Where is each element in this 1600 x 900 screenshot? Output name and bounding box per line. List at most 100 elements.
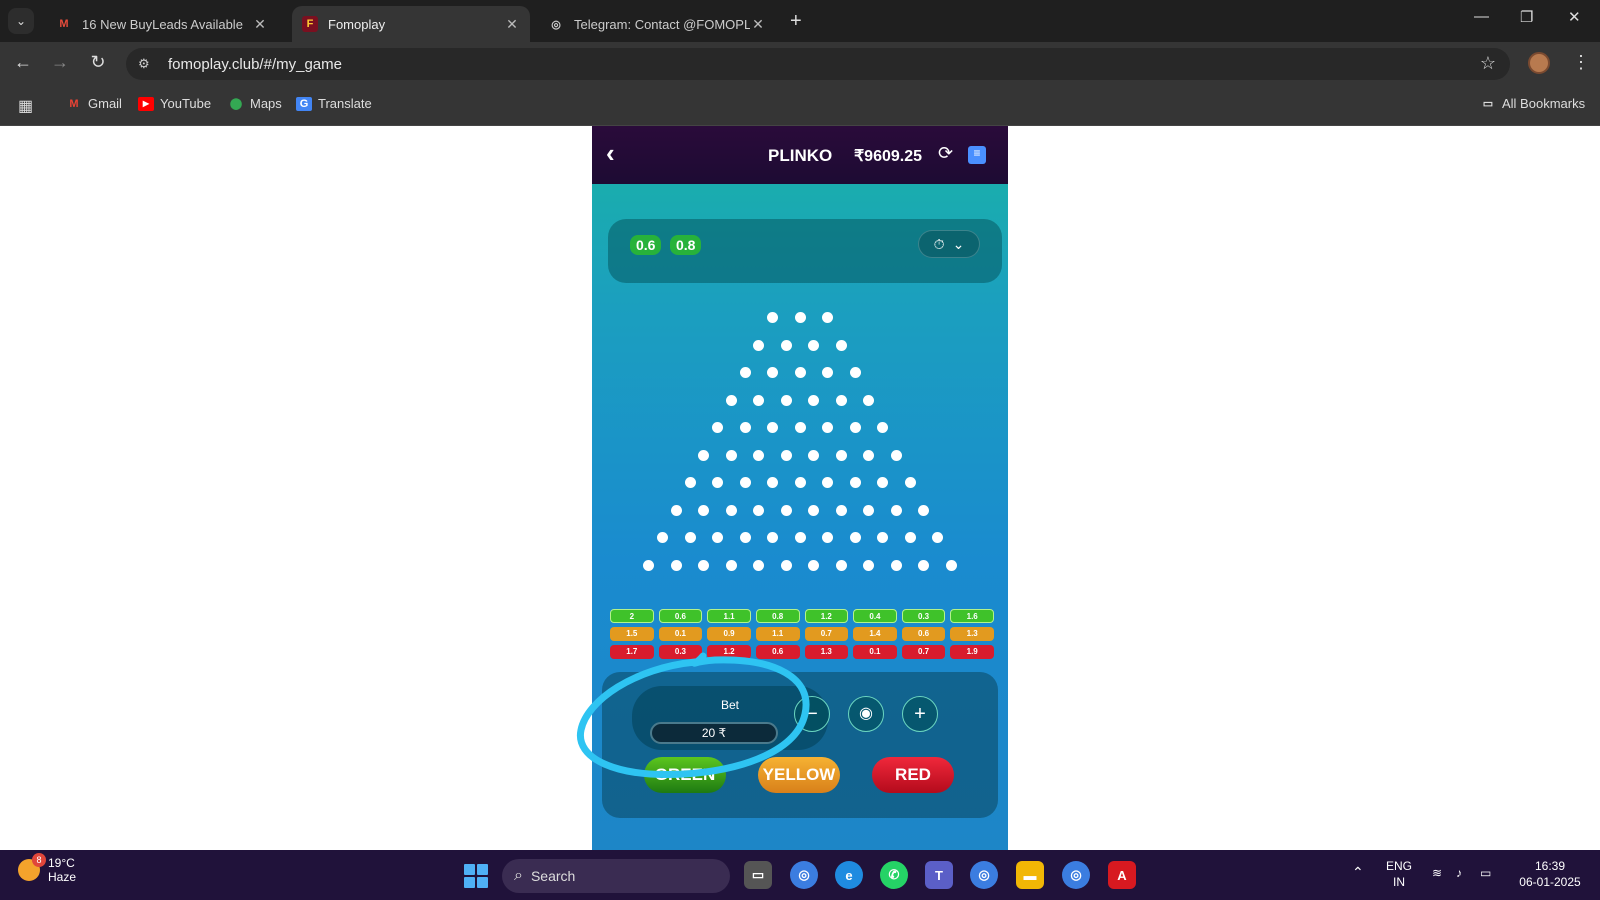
- site-info-icon[interactable]: ⚙: [138, 56, 156, 72]
- coin-stack-button[interactable]: ◉: [848, 696, 884, 732]
- notification-badge: 8: [32, 853, 46, 867]
- peg: [904, 477, 916, 488]
- peg: [670, 559, 682, 571]
- bookmark-translate[interactable]: G Translate: [296, 96, 372, 111]
- peg: [753, 449, 765, 461]
- tab-fomoplay[interactable]: F Fomoplay ✕: [292, 6, 530, 42]
- close-tab-icon[interactable]: ✕: [750, 16, 766, 33]
- peg: [932, 532, 943, 543]
- gmail-icon: M: [69, 97, 79, 110]
- peg: [739, 422, 751, 433]
- peg: [835, 339, 847, 351]
- bookmark-star-icon[interactable]: ☆: [1480, 53, 1496, 74]
- green-multiplier-slot: 0.8: [755, 609, 800, 623]
- bookmark-maps[interactable]: ⬤ Maps: [228, 96, 282, 111]
- peg: [794, 477, 806, 488]
- multiplier-slots: 2 0.6 1.1 0.8 1.2 0.4 0.3 1.6 1.5 0.1 0.9 1.1 0.7 1.…: [610, 609, 994, 663]
- battery-icon[interactable]: ▭: [1480, 865, 1491, 881]
- close-tab-icon[interactable]: ✕: [252, 16, 268, 33]
- green-multiplier-row: 2 0.6 1.1 0.8 1.2 0.4 0.3 1.6: [610, 609, 994, 623]
- maps-icon: ⬤: [229, 98, 243, 110]
- decrease-bet-button[interactable]: −: [794, 696, 830, 732]
- peg: [739, 532, 751, 543]
- yellow-play-button[interactable]: YELLOW: [758, 757, 840, 793]
- browser-menu-icon[interactable]: ⋮: [1572, 52, 1590, 73]
- bookmark-gmail[interactable]: M Gmail: [66, 96, 122, 111]
- weather-widget[interactable]: 8 19°C Haze: [18, 853, 77, 884]
- chrome-alt-icon[interactable]: ◎: [1062, 861, 1090, 889]
- peg: [849, 367, 861, 378]
- yellow-multiplier-slot: 0.1: [658, 627, 703, 641]
- chrome-icon[interactable]: ◎: [970, 861, 998, 889]
- acrobat-icon[interactable]: A: [1108, 861, 1136, 889]
- bookmark-youtube[interactable]: ▶ YouTube: [138, 96, 211, 111]
- file-viewer-icon[interactable]: ▭: [744, 861, 772, 889]
- taskbar-search[interactable]: ⌕ Search: [502, 859, 730, 893]
- peg: [808, 559, 820, 571]
- new-tab-icon[interactable]: +: [790, 10, 802, 33]
- yellow-multiplier-slot: 1.3: [950, 627, 994, 641]
- tab-telegram[interactable]: ◎ Telegram: Contact @FOMOPLAY ✕: [538, 6, 776, 42]
- whatsapp-icon[interactable]: ✆: [880, 861, 908, 889]
- peg: [753, 394, 765, 406]
- peg: [835, 449, 847, 461]
- taskbar: 8 19°C Haze ⌕ Search ▭ ◎ e ✆ T ◎ ▬ ◎ A ⌃…: [0, 850, 1600, 900]
- peg: [780, 559, 792, 571]
- bookmarks-bar: ▦ M Gmail ▶ YouTube ⬤ Maps G Translate ▭…: [0, 86, 1600, 126]
- peg: [767, 367, 778, 378]
- peg: [863, 394, 875, 406]
- tab-bar: ⌄ M 16 New BuyLeads Available ✕ F Fomopl…: [0, 0, 1600, 42]
- file-explorer-icon[interactable]: ▬: [1016, 861, 1044, 889]
- peg: [712, 422, 723, 433]
- peg: [849, 422, 861, 433]
- peg: [767, 532, 778, 543]
- fomoplay-favicon-icon: F: [302, 16, 318, 32]
- peg: [918, 559, 930, 571]
- chrome-profile-icon[interactable]: ◎: [790, 861, 818, 889]
- peg: [780, 339, 792, 351]
- clock[interactable]: 16:39 06-01-2025: [1512, 858, 1588, 890]
- profile-avatar[interactable]: [1528, 52, 1550, 74]
- yellow-multiplier-slot: 1.1: [755, 627, 800, 641]
- green-multiplier-slot: 2: [610, 609, 654, 623]
- peg: [822, 367, 833, 378]
- peg: [712, 532, 723, 543]
- bet-amount-input[interactable]: 20 ₹: [650, 722, 778, 744]
- apps-grid-icon[interactable]: ▦: [18, 96, 33, 116]
- peg: [794, 367, 806, 378]
- forward-icon[interactable]: →: [48, 52, 72, 73]
- volume-icon[interactable]: ♪: [1456, 865, 1462, 881]
- yellow-multiplier-row: 1.5 0.1 0.9 1.1 0.7 1.4 0.6 1.3: [610, 627, 994, 641]
- teams-icon[interactable]: T: [925, 861, 953, 889]
- reload-icon[interactable]: ↻: [86, 52, 110, 73]
- minimize-icon[interactable]: —: [1474, 8, 1489, 25]
- peg: [877, 477, 888, 488]
- peg: [849, 477, 861, 488]
- peg: [643, 559, 655, 571]
- peg: [739, 477, 751, 488]
- increase-bet-button[interactable]: +: [902, 696, 938, 732]
- tab-search-button[interactable]: ⌄: [8, 8, 34, 34]
- language-indicator[interactable]: ENG IN: [1386, 858, 1412, 890]
- red-play-button[interactable]: RED: [872, 757, 954, 793]
- url-text[interactable]: fomoplay.club/#/my_game: [168, 56, 342, 73]
- windows-start-icon[interactable]: [464, 864, 488, 888]
- weather-condition: Haze: [48, 870, 77, 884]
- back-icon[interactable]: ←: [11, 52, 35, 73]
- wifi-icon[interactable]: ≋: [1432, 865, 1442, 881]
- restore-icon[interactable]: ❐: [1520, 8, 1533, 26]
- tab-buyleads[interactable]: M 16 New BuyLeads Available ✕: [46, 6, 278, 42]
- peg: [780, 449, 792, 461]
- browser-toolbar: ← → ↻ ⚙ fomoplay.club/#/my_game ☆: [0, 42, 1600, 86]
- tray-chevron-up-icon[interactable]: ⌃: [1352, 864, 1364, 880]
- peg: [698, 504, 710, 516]
- green-play-button[interactable]: GREEN: [644, 757, 726, 793]
- close-window-icon[interactable]: ✕: [1568, 8, 1581, 26]
- close-tab-icon[interactable]: ✕: [504, 16, 520, 33]
- weather-sun-icon: 8: [18, 853, 46, 881]
- all-bookmarks[interactable]: ▭ All Bookmarks: [1480, 96, 1585, 111]
- edge-icon[interactable]: e: [835, 861, 863, 889]
- address-bar[interactable]: ⚙ fomoplay.club/#/my_game ☆: [126, 48, 1510, 80]
- peg: [808, 504, 820, 516]
- temperature: 19°C: [48, 856, 75, 870]
